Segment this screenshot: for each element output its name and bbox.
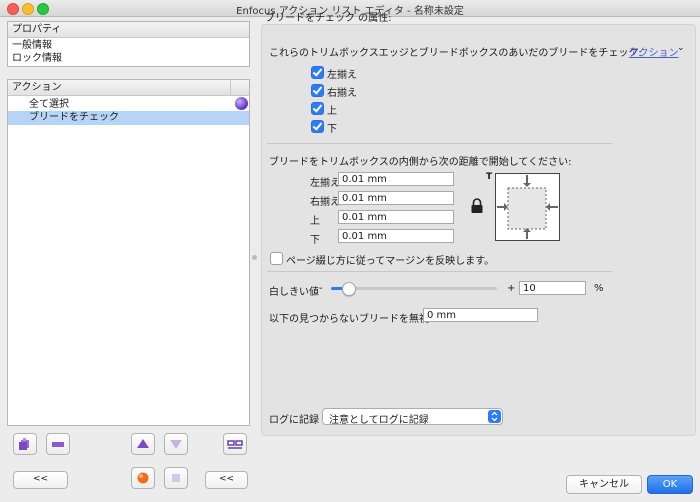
distance-right-label: 右揃え xyxy=(310,197,340,208)
preview-glasses-button[interactable] xyxy=(223,433,247,455)
threshold-unit: % xyxy=(594,283,604,294)
actions-header-label: アクション xyxy=(12,82,62,93)
cancel-button[interactable]: キャンセル xyxy=(566,475,642,494)
separator xyxy=(267,143,612,144)
edges-label: これらのトリムボックスエッジとブリードボックスのあいだのブリードをチェック: xyxy=(269,48,642,59)
threshold-minus-label: - xyxy=(319,283,323,294)
ignore-missing-label: 以下の見つからないブリードを無視 xyxy=(269,314,429,325)
triangle-up-icon xyxy=(137,439,149,448)
threshold-input[interactable]: 10 xyxy=(519,281,586,295)
distance-right-input[interactable]: 0.01 mm xyxy=(338,191,454,205)
bleed-margin-diagram xyxy=(495,173,560,241)
actions-header: アクション xyxy=(8,80,249,96)
properties-panel: プロパティ 一般情報 ロック情報 xyxy=(7,21,250,67)
log-level-value: 注意としてログに記録 xyxy=(329,415,429,426)
glasses-icon xyxy=(227,440,243,449)
triangle-down-icon xyxy=(170,440,182,449)
ignore-missing-input[interactable]: 0 mm xyxy=(423,308,538,322)
properties-item-lock[interactable]: ロック情報 xyxy=(8,52,249,65)
purple-ball-icon xyxy=(235,97,248,110)
threshold-slider-knob[interactable] xyxy=(342,282,356,296)
splitter-handle[interactable] xyxy=(252,255,257,260)
distance-bottom-input[interactable]: 0.01 mm xyxy=(338,229,454,243)
actions-panel: アクション 全て選択 ブリードをチェック xyxy=(7,79,250,426)
mirror-margins-checkbox[interactable] xyxy=(270,252,283,265)
checkbox-left-edge[interactable] xyxy=(311,66,324,79)
action-item-label: ブリードをチェック xyxy=(29,112,119,123)
distance-left-input[interactable]: 0.01 mm xyxy=(338,172,454,186)
threshold-plus-label: + xyxy=(507,283,516,294)
chevron-down-icon[interactable]: ⌄ xyxy=(677,43,685,53)
edge-left-label: 左揃え xyxy=(327,70,357,81)
properties-item-general[interactable]: 一般情報 xyxy=(8,39,249,52)
square-stop-icon xyxy=(172,474,180,482)
checkbox-bottom-edge[interactable] xyxy=(311,120,324,133)
threshold-slider[interactable] xyxy=(331,282,497,296)
move-up-button[interactable] xyxy=(131,433,155,455)
mirror-margins-label: ページ綴じ方に従ってマージンを反映します。 xyxy=(286,256,495,267)
checkbox-top-edge[interactable] xyxy=(311,102,324,115)
collapse-right-button[interactable]: << xyxy=(205,471,248,489)
action-item-label: 全て選択 xyxy=(29,99,69,110)
remove-action-button[interactable] xyxy=(46,433,70,455)
log-level-select[interactable]: 注意としてログに記録 xyxy=(322,408,503,426)
run-button[interactable] xyxy=(131,467,155,489)
stop-button[interactable] xyxy=(164,467,188,489)
attributes-title: ブリードをチェック の属性: xyxy=(265,13,392,24)
edge-top-label: 上 xyxy=(327,106,337,117)
separator xyxy=(267,271,612,272)
collapse-left-button[interactable]: << xyxy=(13,471,68,489)
edge-right-label: 右揃え xyxy=(327,88,357,99)
ok-button[interactable]: OK xyxy=(647,475,693,494)
distance-bottom-label: 下 xyxy=(310,235,320,246)
action-link-label: アクション xyxy=(629,48,679,59)
add-action-button[interactable] xyxy=(13,433,37,455)
lock-icon[interactable] xyxy=(470,198,484,214)
distance-top-label: 上 xyxy=(310,216,320,227)
log-label: ログに記録 xyxy=(269,415,319,426)
distance-left-label: 左揃え xyxy=(310,178,340,189)
add-stack-icon xyxy=(19,438,29,450)
select-arrows-icon xyxy=(488,410,501,423)
distance-label: ブリードをトリムボックスの内側から次の距離で開始してください: xyxy=(269,157,572,168)
action-menu-link[interactable]: アクション xyxy=(629,44,679,59)
action-item-select-all[interactable]: 全て選択 xyxy=(8,97,249,111)
distance-top-input[interactable]: 0.01 mm xyxy=(338,210,454,224)
checkbox-right-edge[interactable] xyxy=(311,84,324,97)
edge-bottom-label: 下 xyxy=(327,124,337,135)
diagram-label: T xyxy=(486,172,493,182)
minus-icon xyxy=(52,442,64,447)
move-down-button[interactable] xyxy=(164,433,188,455)
threshold-label: 白しきい値 xyxy=(269,287,319,298)
action-item-check-bleed[interactable]: ブリードをチェック xyxy=(8,111,249,125)
properties-header: プロパティ xyxy=(8,22,249,38)
orange-ball-icon xyxy=(137,472,149,484)
header-divider xyxy=(230,80,231,95)
